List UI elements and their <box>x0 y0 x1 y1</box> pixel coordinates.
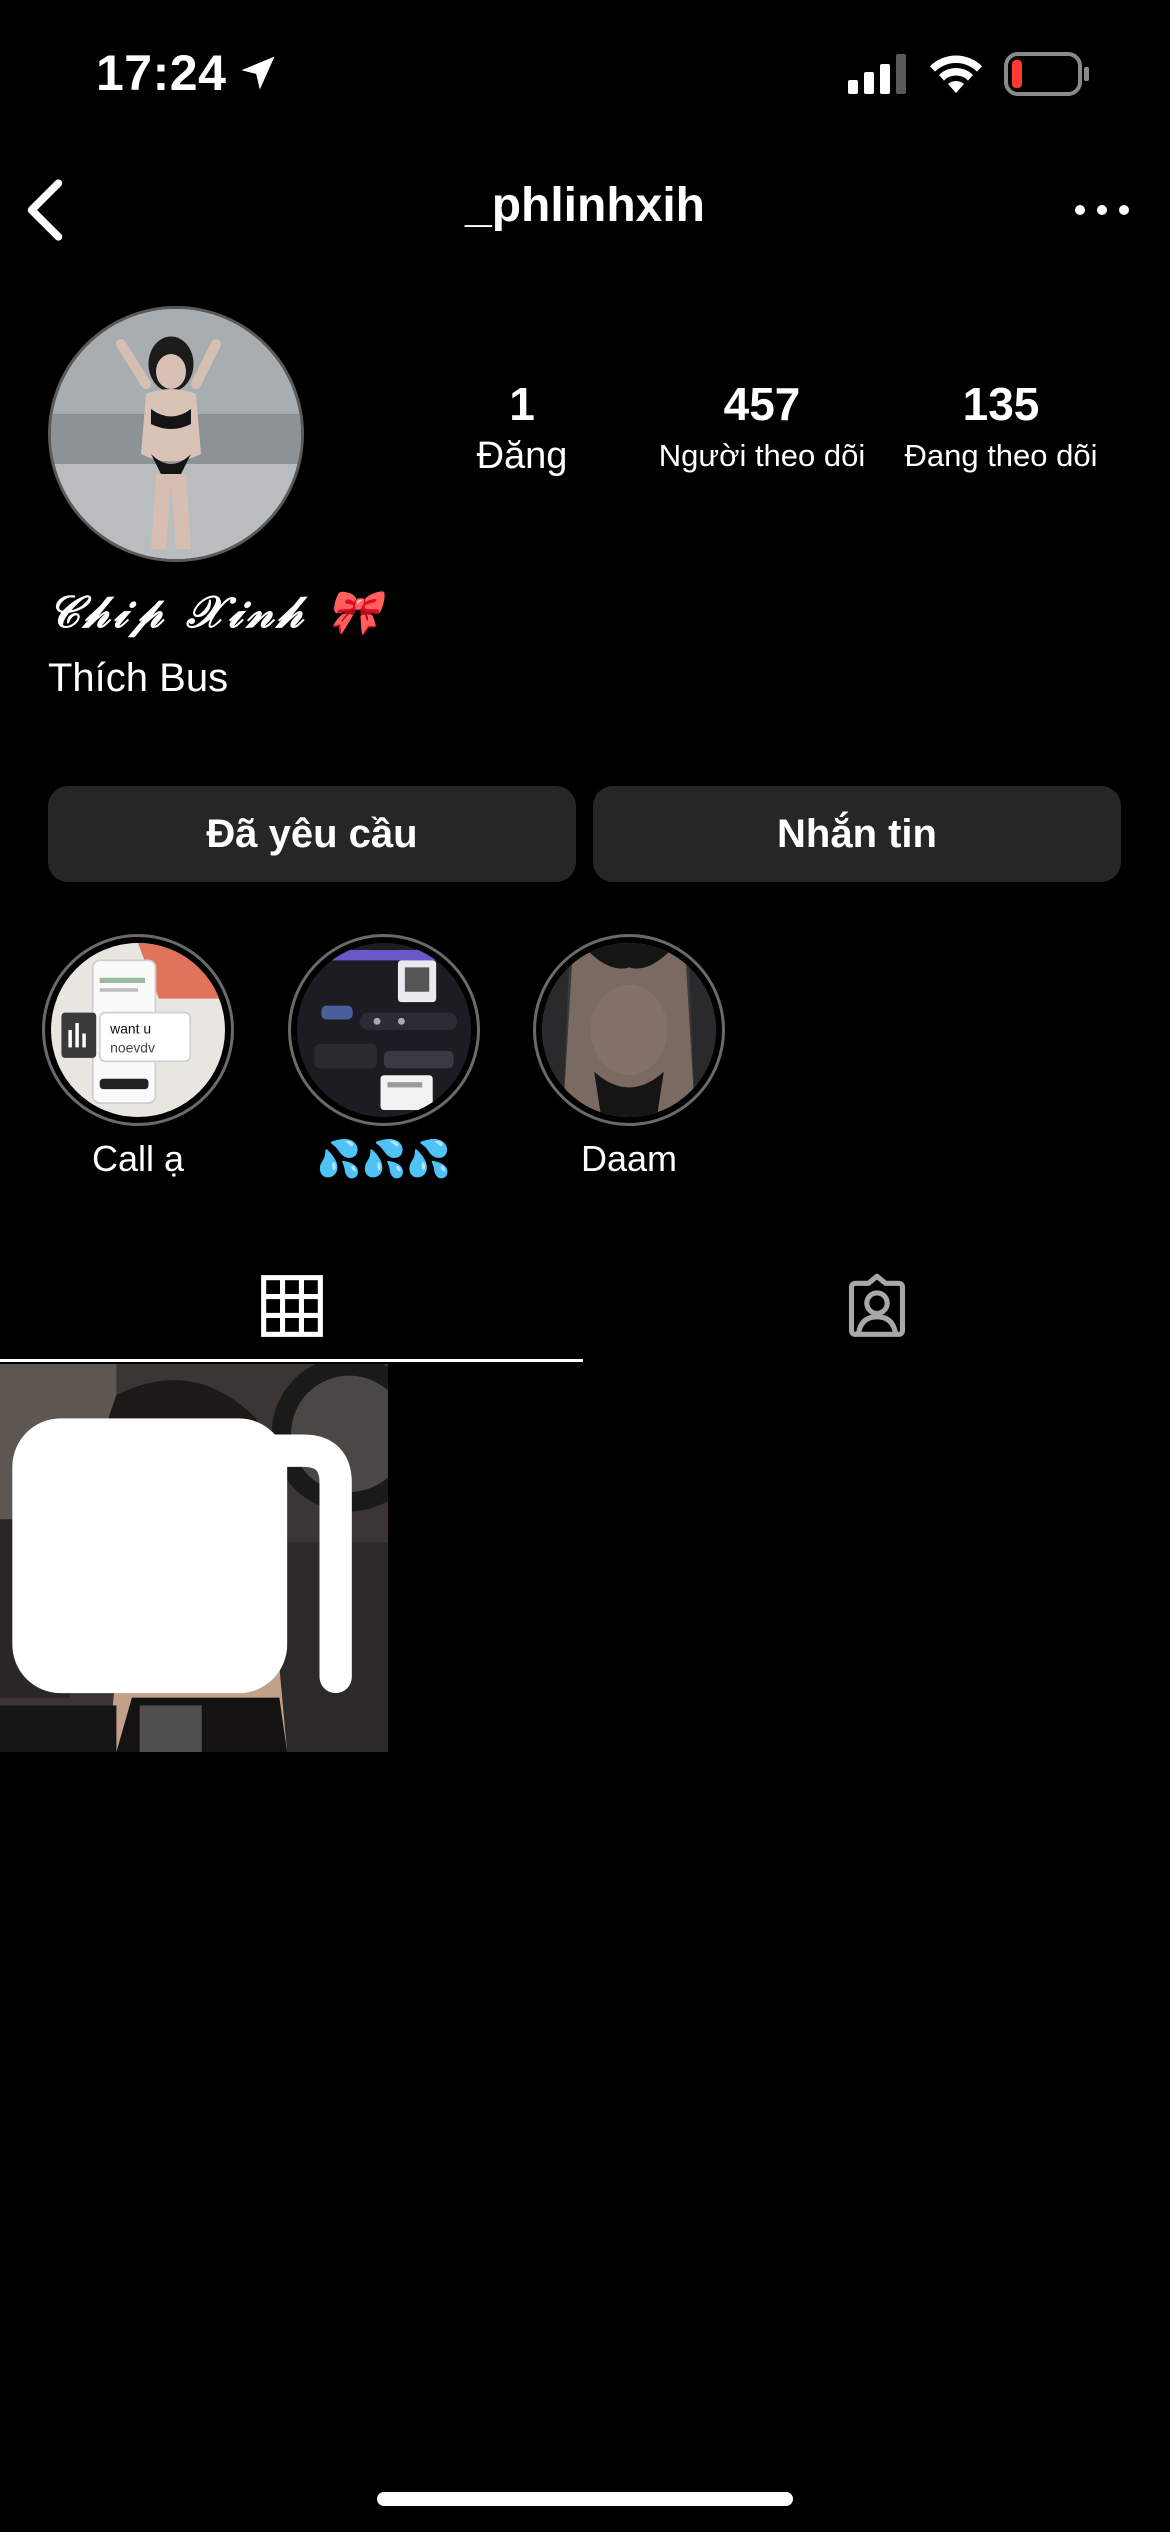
following-label: Đang theo dõi <box>904 438 1098 473</box>
grid-icon <box>260 1275 323 1337</box>
stat-followers[interactable]: 457 Người theo dõi <box>632 378 892 480</box>
status-indicators <box>848 52 1090 96</box>
followers-count: 457 <box>723 378 801 430</box>
profile-bio: Thích Bus <box>48 656 229 700</box>
more-horizontal-icon[interactable] <box>1074 196 1130 224</box>
profile-display-name: 𝒞𝒽𝒾𝓅 𝒳𝒾𝓃𝒽 🎀 <box>48 587 385 638</box>
stat-following[interactable]: 135 Đang theo dõi <box>871 378 1131 480</box>
tab-grid[interactable] <box>0 1250 583 1362</box>
page-title-username: _phlinhxih <box>465 179 705 232</box>
active-tab-indicator <box>0 1359 583 1362</box>
battery-low-icon <box>1004 52 1089 96</box>
highlight-cover: want u noevdv <box>51 943 225 1117</box>
status-time-group: 17:24 <box>96 44 280 102</box>
message-button[interactable]: Nhắn tin <box>593 786 1121 882</box>
highlight-thumb-text-1: want u <box>109 1020 151 1036</box>
following-count: 135 <box>962 378 1040 430</box>
highlight-ring <box>533 934 725 1126</box>
requested-button[interactable]: Đã yêu cầu <box>48 786 576 882</box>
followers-label: Người theo dõi <box>658 438 866 473</box>
highlight-item[interactable]: want u noevdv Call ạ <box>40 934 236 1180</box>
highlight-label: Daam <box>580 1138 678 1179</box>
highlight-thumb-text-2: noevdv <box>110 1040 155 1056</box>
tagged-person-icon <box>848 1273 905 1337</box>
post-thumbnail[interactable] <box>0 1364 388 1752</box>
cellular-signal-icon <box>848 54 906 94</box>
carousel-icon <box>12 1418 352 1694</box>
avatar[interactable] <box>48 306 304 562</box>
profile-tabs <box>0 1250 1170 1362</box>
wifi-icon <box>930 55 982 93</box>
profile-header: _phlinhxih <box>0 150 1170 270</box>
highlight-cover <box>542 943 716 1117</box>
location-arrow-icon <box>241 56 275 90</box>
highlight-label: Call ạ <box>91 1138 185 1179</box>
highlight-cover <box>297 943 471 1117</box>
highlight-label: 💦💦💦 <box>316 1138 452 1179</box>
home-indicator <box>377 2492 793 2506</box>
status-time: 17:24 <box>96 45 227 101</box>
highlight-ring: want u noevdv <box>42 934 234 1126</box>
highlight-item[interactable]: 💦💦💦 <box>286 934 482 1180</box>
status-bar: 17:24 <box>0 0 1170 150</box>
highlight-ring <box>288 934 480 1126</box>
highlight-item[interactable]: Daam <box>531 934 727 1180</box>
stat-posts[interactable]: 1 Đăng <box>392 378 652 480</box>
posts-count: 1 <box>509 378 535 430</box>
tab-tagged[interactable] <box>585 1250 1168 1362</box>
posts-label: Đăng <box>476 435 568 477</box>
